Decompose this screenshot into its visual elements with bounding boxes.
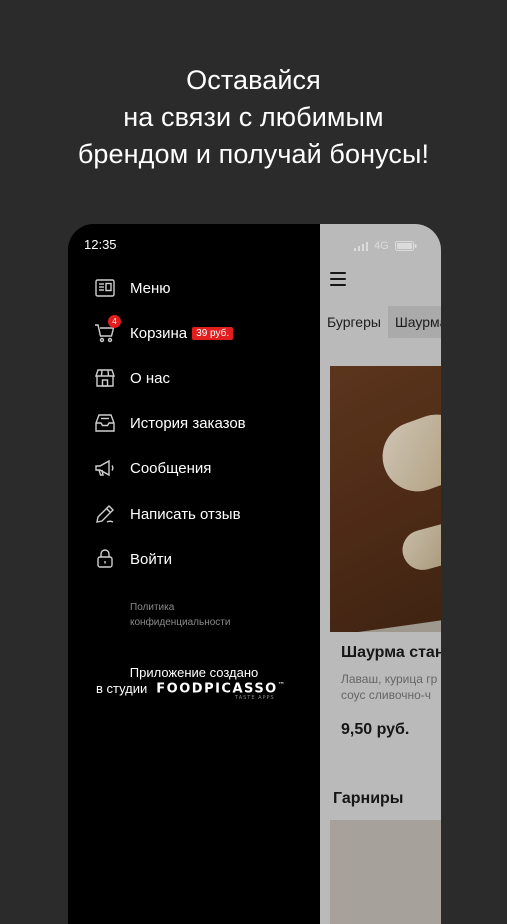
drawer-item-write-review[interactable]: Написать отзыв — [93, 500, 241, 528]
cart-icon: 4 — [93, 315, 121, 345]
drawer-item-label: Меню — [130, 279, 171, 297]
drawer-item-label: Написать отзыв — [130, 505, 241, 523]
side-drawer: 12:35 Меню 4 Корзина 39 руб. О нас Истор… — [68, 224, 320, 924]
edit-pen-icon — [93, 502, 117, 526]
megaphone-icon — [93, 456, 117, 480]
drawer-item-cart[interactable]: 4 Корзина 39 руб. — [93, 315, 234, 347]
privacy-policy-link[interactable]: Политика конфиденциальности — [130, 600, 230, 630]
status-time: 12:35 — [84, 237, 117, 252]
drawer-item-label: Войти — [130, 550, 172, 568]
cart-count-badge: 4 — [108, 315, 121, 328]
drawer-item-about[interactable]: О нас — [93, 364, 170, 392]
studio-subtitle: TASTE APPS — [235, 695, 275, 701]
promo-headline: Оставайся на связи с любимым брендом и п… — [0, 62, 507, 173]
drawer-item-menu[interactable]: Меню — [93, 274, 171, 302]
drawer-item-label: Сообщения — [130, 459, 212, 477]
foodpicasso-logo: FOODPICASSO™ TASTE APPS — [156, 681, 285, 701]
headline-line-3: брендом и получай бонусы! — [77, 139, 430, 169]
order-history-icon — [93, 411, 117, 435]
drawer-item-messages[interactable]: Сообщения — [93, 454, 211, 482]
drawer-item-label: Корзина — [130, 324, 188, 342]
created-by-text: Приложение создано — [129, 665, 259, 680]
cart-total-badge: 39 руб. — [192, 326, 234, 340]
studio-prefix: в студии — [96, 681, 148, 697]
privacy-line-1: Политика — [130, 602, 175, 613]
headline-line-1: Оставайся — [186, 65, 321, 95]
store-icon — [93, 366, 117, 390]
privacy-line-2: конфиденциальности — [130, 617, 231, 628]
drawer-overlay[interactable] — [320, 224, 441, 924]
studio-credit[interactable]: в студии FOODPICASSO™ TASTE APPS — [96, 681, 285, 701]
drawer-item-label: История заказов — [130, 414, 246, 432]
headline-line-2: на связи с любимым — [123, 102, 384, 132]
drawer-item-label: О нас — [130, 369, 170, 387]
phone-screen: 4G Бургеры Шаурма Шаурма стан Лаваш, кур… — [68, 224, 441, 924]
menu-book-icon — [93, 276, 117, 300]
drawer-item-login[interactable]: Войти — [93, 545, 172, 573]
lock-icon — [93, 547, 117, 571]
drawer-item-order-history[interactable]: История заказов — [93, 409, 246, 437]
app-main-panel[interactable]: 4G Бургеры Шаурма Шаурма стан Лаваш, кур… — [320, 224, 441, 924]
